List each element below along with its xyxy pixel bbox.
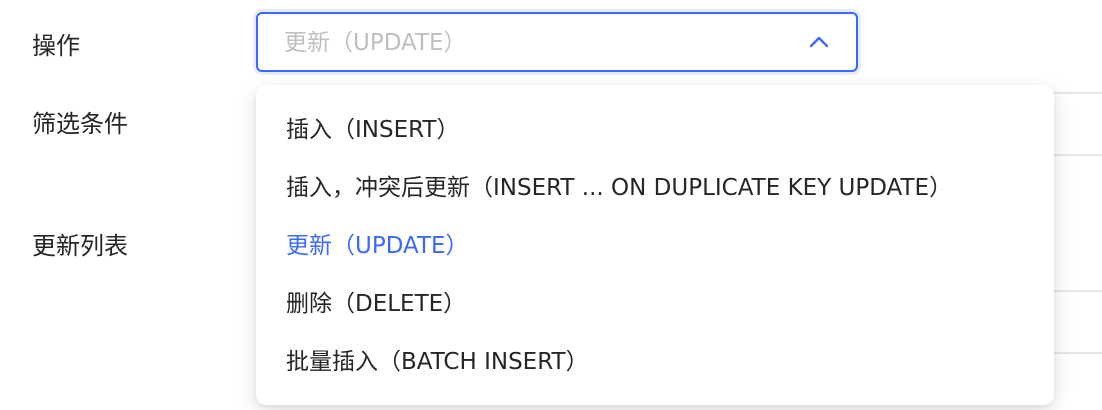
option-delete[interactable]: 删除（DELETE）	[286, 289, 466, 319]
operation-select[interactable]: 更新（UPDATE）	[256, 12, 858, 72]
option-insert-on-duplicate[interactable]: 插入，冲突后更新（INSERT ... ON DUPLICATE KEY UPD…	[286, 173, 952, 203]
operation-label: 操作	[32, 32, 80, 60]
chevron-up-icon[interactable]	[808, 34, 830, 50]
update-list-label: 更新列表	[32, 232, 128, 260]
option-insert[interactable]: 插入（INSERT）	[286, 115, 459, 145]
select-value: 更新（UPDATE）	[284, 30, 467, 56]
form-page: 操作 筛选条件 更新列表 更新（UPDATE） 插入（INSERT） 插入，冲突…	[0, 0, 1102, 410]
option-update[interactable]: 更新（UPDATE）	[286, 231, 469, 261]
option-batch-insert[interactable]: 批量插入（BATCH INSERT）	[286, 347, 589, 377]
filter-label: 筛选条件	[32, 110, 128, 138]
operation-dropdown: 插入（INSERT） 插入，冲突后更新（INSERT ... ON DUPLIC…	[256, 85, 1054, 405]
